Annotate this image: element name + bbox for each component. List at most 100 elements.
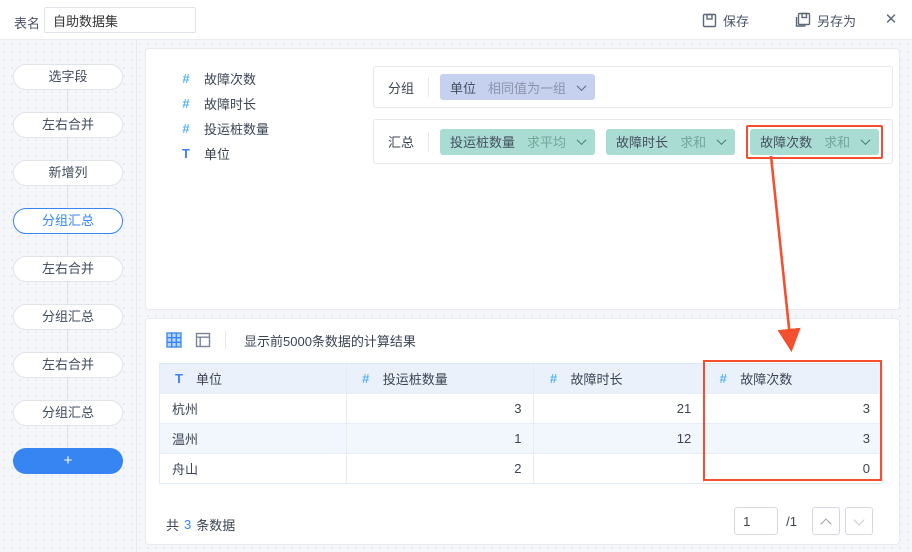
summary-section: 汇总 投运桩数量 求平均 故障时长 求和 故障次数 求和: [373, 119, 893, 164]
group-section-label: 分组: [388, 80, 415, 96]
self-service-dataset-editor: { "topbar": { "table_name_label": "表名", …: [0, 0, 912, 552]
cell-fault-count: 3: [862, 401, 870, 416]
sidebar-step-group-summary-2[interactable]: 分组汇总: [13, 304, 123, 330]
field-name: 投运桩数量: [204, 121, 270, 137]
table-header-row: T 单位 # 投运桩数量 # 故障时长 # 故障次数: [160, 364, 882, 393]
group-summary-config-panel: # 故障次数 # 故障时长 # 投运桩数量 T 单位 分组 单位 相同值为一组 …: [145, 48, 900, 310]
page-up-button[interactable]: [812, 507, 840, 535]
number-field-icon: #: [719, 371, 727, 386]
chip-aggregation: 求平均: [527, 135, 567, 150]
close-icon[interactable]: ✕: [880, 9, 902, 31]
table-row: 舟山 2 0: [160, 453, 882, 483]
chip-group-rule: 相同值为一组: [488, 80, 567, 96]
sidebar-step-group-summary-active[interactable]: 分组汇总: [13, 208, 123, 234]
text-field-icon: T: [182, 145, 190, 161]
column-header-fault-count[interactable]: # 故障次数: [704, 364, 882, 393]
step-label: 分组汇总: [41, 213, 94, 228]
column-header-unit[interactable]: T 单位: [160, 364, 347, 393]
table-view-icon[interactable]: [166, 332, 182, 348]
step-label: 分组汇总: [41, 309, 94, 324]
number-field-icon: #: [549, 371, 558, 386]
chevron-down-icon: [716, 135, 727, 146]
cell-pile-count: 1: [347, 424, 535, 453]
sidebar-step-join-2[interactable]: 左右合并: [13, 256, 123, 282]
save-button[interactable]: 保存: [702, 0, 749, 40]
field-list-item[interactable]: T 单位: [179, 142, 230, 164]
text-field-icon: T: [175, 371, 183, 386]
chevron-down-icon: [576, 135, 587, 146]
cell-fault-duration: 21: [534, 394, 705, 423]
page-down-button[interactable]: [845, 507, 873, 535]
divider: [225, 331, 226, 349]
column-header-fault-duration[interactable]: # 故障时长: [534, 364, 705, 393]
chip-aggregation: 求和: [680, 135, 707, 150]
table-row: 杭州 3 21 3: [160, 393, 882, 423]
step-label: 左右合并: [41, 261, 94, 276]
cell-unit: 杭州: [160, 394, 347, 423]
chip-field-name: 单位: [450, 80, 477, 96]
save-icon: [702, 13, 717, 27]
table-name-label: 表名: [14, 16, 41, 31]
row-count-suffix: 条数据: [196, 517, 236, 533]
save-as-button[interactable]: 另存为: [795, 0, 856, 40]
column-header-pile-count[interactable]: # 投运桩数量: [347, 364, 535, 393]
table-row: 温州 1 12 3: [160, 423, 882, 453]
field-list-item[interactable]: # 投运桩数量: [179, 117, 269, 139]
number-field-icon: #: [182, 95, 190, 111]
step-label: 左右合并: [41, 357, 94, 372]
result-preview-panel: 显示前5000条数据的计算结果 T 单位 # 投运桩数量 # 故障时长 # 故障…: [145, 318, 900, 545]
column-name: 投运桩数量: [382, 372, 448, 387]
group-section: 分组 单位 相同值为一组: [373, 66, 893, 108]
chip-field-name: 投运桩数量: [450, 135, 516, 150]
cell-fault-duration: [534, 454, 705, 483]
sidebar-step-group-summary-3[interactable]: 分组汇总: [13, 400, 123, 426]
page-number-input[interactable]: [734, 507, 779, 535]
preview-footer: 共 3 条数据 /1: [166, 507, 881, 541]
chevron-down-icon: [853, 514, 865, 526]
layout-view-icon[interactable]: [195, 332, 211, 348]
field-name: 故障次数: [204, 71, 257, 87]
field-list-item[interactable]: # 故障时长: [179, 92, 256, 114]
step-label: 分组汇总: [41, 405, 94, 420]
row-count-value: 3: [184, 516, 192, 532]
steps-sidebar: 选字段 左右合并 新增列 分组汇总 左右合并 分组汇总 左右合并 分组汇总 +: [0, 40, 137, 552]
table-name-input[interactable]: [44, 7, 196, 33]
cell-fault-count: 3: [862, 431, 870, 446]
chevron-down-icon: [576, 80, 587, 91]
row-count-prefix: 共: [166, 517, 180, 533]
column-name: 单位: [196, 372, 223, 387]
cell-pile-count: 2: [347, 454, 535, 483]
field-name: 单位: [204, 146, 231, 162]
cell-pile-count: 3: [347, 394, 535, 423]
number-field-icon: #: [362, 371, 370, 386]
summary-chip-pile-count[interactable]: 投运桩数量 求平均: [440, 128, 596, 155]
chevron-down-icon: [860, 135, 871, 146]
column-name: 故障时长: [570, 372, 623, 387]
pagination: /1: [734, 507, 873, 535]
group-chip-unit[interactable]: 单位 相同值为一组: [440, 74, 596, 100]
summary-chip-fault-duration[interactable]: 故障时长 求和: [606, 128, 736, 155]
field-list-item[interactable]: # 故障次数: [179, 67, 256, 89]
cell-unit: 舟山: [160, 454, 347, 483]
sidebar-step-add-column[interactable]: 新增列: [13, 160, 123, 186]
number-field-icon: #: [182, 70, 190, 86]
summary-section-label: 汇总: [388, 135, 415, 150]
divider: [428, 77, 430, 97]
sidebar-step-select-fields[interactable]: 选字段: [13, 64, 123, 90]
cell-unit: 温州: [160, 424, 347, 453]
sidebar-step-join-3[interactable]: 左右合并: [13, 352, 123, 378]
field-name: 故障时长: [204, 96, 257, 112]
number-field-icon: #: [182, 120, 190, 136]
column-name: 故障次数: [740, 372, 793, 387]
cell-fault-count: 0: [862, 461, 870, 476]
step-label: 左右合并: [41, 117, 94, 132]
page-total-label: /1: [786, 513, 797, 529]
chip-field-name: 故障时长: [616, 135, 669, 150]
summary-chip-fault-count[interactable]: 故障次数 求和: [750, 128, 880, 155]
divider: [428, 131, 430, 152]
save-as-icon: [795, 12, 811, 27]
add-step-button[interactable]: +: [13, 448, 123, 474]
sidebar-step-join-1[interactable]: 左右合并: [13, 112, 123, 138]
cell-fault-duration: 12: [534, 424, 705, 453]
highlight-box-summary-chip: 故障次数 求和: [746, 124, 884, 159]
